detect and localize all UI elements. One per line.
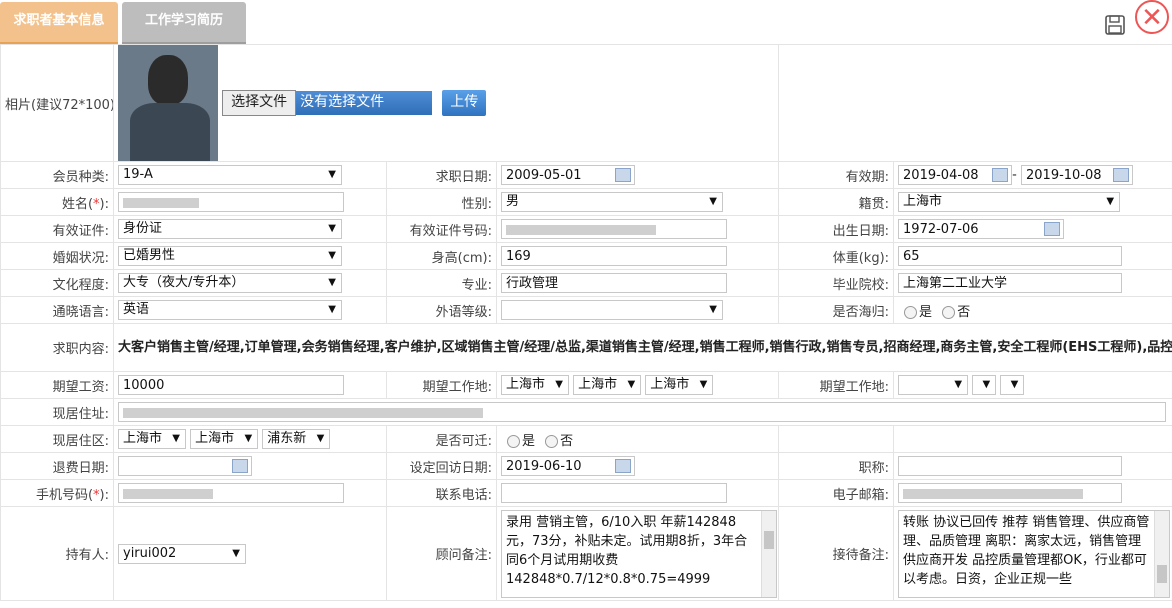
choose-file-button[interactable]: 选择文件 [222,90,297,116]
major-input[interactable]: 行政管理 [501,273,727,293]
work-place-label: 期望工作地: [386,371,497,399]
file-status: 没有选择文件 [296,91,433,115]
id-no-label: 有效证件号码: [386,215,497,243]
relocate-label: 是否可迁: [386,425,497,453]
language-select[interactable]: 英语 ▼ [118,300,342,320]
name-input[interactable] [118,192,344,212]
marriage-select[interactable]: 已婚男性 ▼ [118,246,342,266]
relocate-yes-radio[interactable] [507,434,520,448]
title-input[interactable] [898,456,1123,476]
weight-input[interactable]: 65 [898,246,1123,266]
id-type-select[interactable]: 身份证 ▼ [118,219,342,239]
work-place-province-select[interactable]: 上海市 ▼ [501,375,569,395]
email-input[interactable] [898,483,1123,503]
address-input[interactable] [118,402,1166,422]
school-input[interactable]: 上海第二工业大学 [898,273,1123,293]
birth-label: 出生日期: [778,215,895,243]
overseas-yes-radio[interactable] [904,305,918,319]
district-area-select[interactable]: 浦东新 ▼ [262,429,331,449]
gender-select[interactable]: 男 ▼ [501,192,723,212]
education-select[interactable]: 大专（夜大/专升本） ▼ [118,273,342,293]
member-type-label: 会员种类: [0,161,114,189]
reception-note-label: 接待备注: [778,506,895,601]
foreign-level-select[interactable]: ▼ [501,300,723,320]
overseas-no-radio[interactable] [942,305,956,319]
work-place2-district-select[interactable]: ▼ [1000,375,1025,395]
phone-label: 联系电话: [386,479,497,507]
school-label: 毕业院校: [778,269,895,297]
mobile-label: 手机号码(*): [0,479,114,507]
native-select[interactable]: 上海市 ▼ [898,192,1121,212]
weight-label: 体重(kg): [778,242,895,270]
tab-bar: 求职者基本信息 工作学习简历 ✕ [0,0,1172,45]
district-province-select[interactable]: 上海市 ▼ [118,429,186,449]
reception-note-textarea[interactable]: 转账 协议已回传 推荐 销售管理、供应商管理、品质管理 离职：离家太远，销售管理… [898,509,1171,598]
education-label: 文化程度: [0,269,114,297]
height-label: 身高(cm): [386,242,497,270]
id-type-label: 有效证件: [0,215,114,243]
tab-work-history[interactable]: 工作学习简历 [122,2,246,45]
id-no-input[interactable] [501,219,727,239]
scrollbar[interactable] [1154,510,1170,597]
foreign-level-label: 外语等级: [386,296,497,324]
refund-date-label: 退费日期: [0,452,114,480]
name-label: 姓名(*): [0,188,114,216]
calendar-icon[interactable] [1044,222,1061,236]
avatar [118,45,218,161]
job-interest: 大客户销售主管/经理,订单管理,会务销售经理,客户维护,区域销售主管/经理/总监… [112,323,1172,372]
member-type-select[interactable]: 19-A ▼ [118,165,342,185]
marriage-label: 婚姻状况: [0,242,114,270]
calendar-icon[interactable] [992,168,1009,182]
work-place-district-select[interactable]: 上海市 ▼ [645,375,714,395]
calendar-icon[interactable] [615,168,631,182]
salary-label: 期望工资: [0,371,114,399]
calendar-icon[interactable] [232,459,248,473]
district-city-select[interactable]: 上海市 ▼ [190,429,259,449]
save-icon[interactable] [1105,15,1125,35]
language-label: 通晓语言: [0,296,114,324]
holder-select[interactable]: yirui002 ▼ [118,543,246,564]
major-label: 专业: [386,269,497,297]
district-label: 现居住区: [0,425,114,453]
upload-button[interactable]: 上传 [442,90,487,116]
revisit-date-label: 设定回访日期: [386,452,497,480]
valid-period-label: 有效期: [778,161,895,189]
scrollbar[interactable] [761,510,776,597]
holder-label: 持有人: [0,506,114,601]
salary-input[interactable]: 10000 [118,375,344,395]
work-place-city-select[interactable]: 上海市 ▼ [573,375,642,395]
date-separator: - [1012,167,1017,183]
photo-label: 相片(建议72*100): [0,44,114,162]
height-input[interactable]: 169 [501,246,727,266]
address-label: 现居住址: [0,398,114,426]
relocate-no-radio[interactable] [545,434,559,448]
advisor-note-label: 顾问备注: [386,506,497,601]
tab-basic-info[interactable]: 求职者基本信息 [0,2,118,45]
mobile-input[interactable] [118,483,344,503]
email-label: 电子邮箱: [778,479,895,507]
title-label: 职称: [778,452,895,480]
gender-label: 性别: [386,188,497,216]
overseas-label: 是否海归: [778,296,895,324]
calendar-icon[interactable] [615,459,631,473]
applicant-form: 相片(建议72*100): 选择文件 没有选择文件 上传 会员种类: 19-A ▼ … [0,44,1172,601]
native-label: 籍贯: [778,188,895,216]
apply-date-label: 求职日期: [386,161,497,189]
interest-label: 求职内容: [0,323,114,372]
work-place2-province-select[interactable]: ▼ [898,375,969,395]
advisor-note-textarea[interactable]: 录用 营销主管，6/10入职 年薪142848元，73分，补贴未定。试用期8折，… [501,509,777,598]
calendar-icon[interactable] [1113,168,1130,182]
work-place2-label: 期望工作地: [778,371,895,399]
close-icon[interactable]: ✕ [1135,0,1169,34]
phone-input[interactable] [501,483,727,503]
birth-input[interactable]: 1972-07-06 [898,219,1065,239]
work-place2-city-select[interactable]: ▼ [972,375,997,395]
